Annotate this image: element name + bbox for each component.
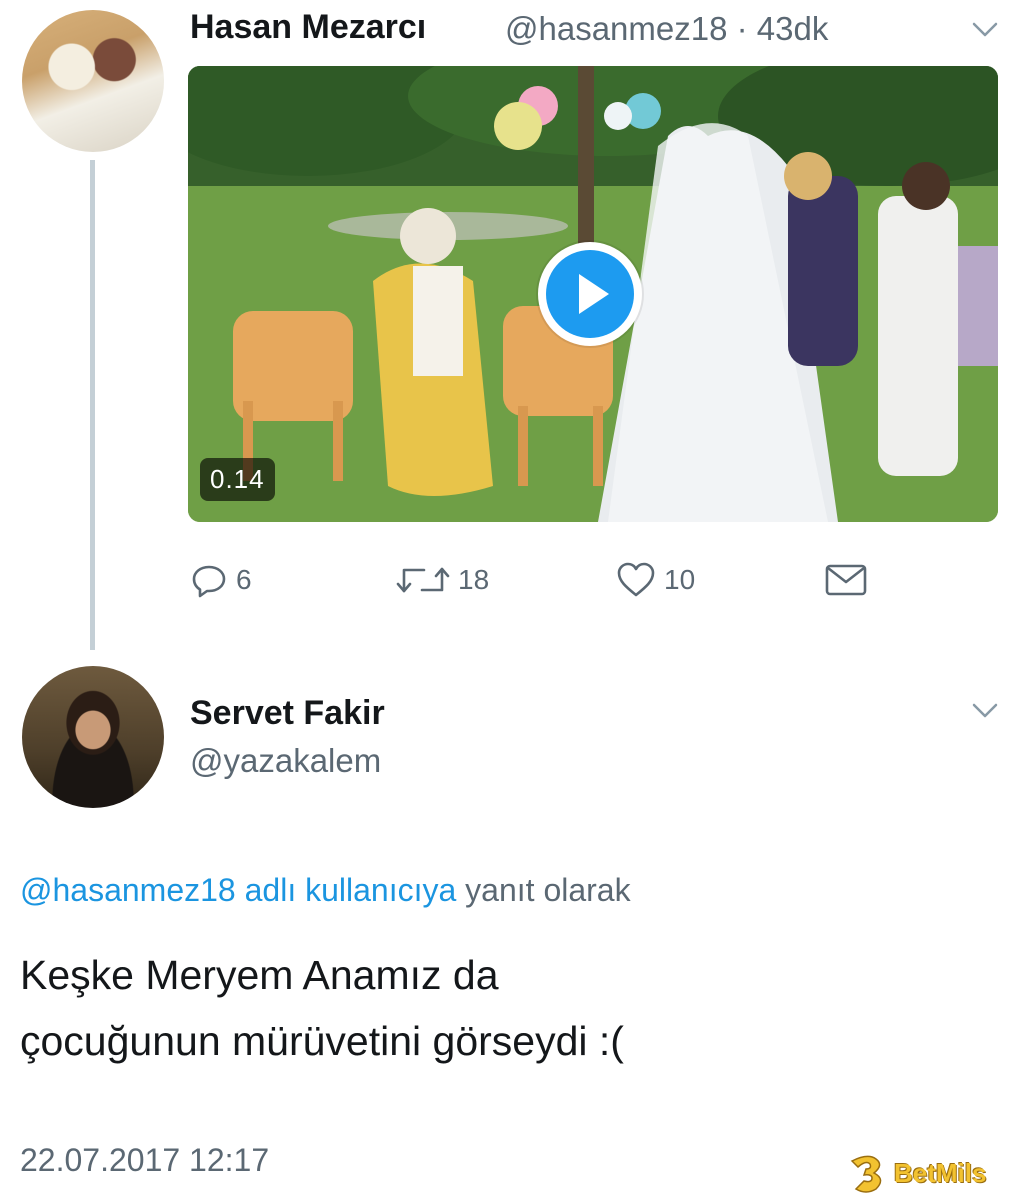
retweet-button[interactable]: 18 [396,560,489,600]
tweet2-text-line1: Keşke Meryem Anamız da [20,952,499,998]
chevron-down-icon[interactable] [970,14,1000,44]
like-button[interactable]: 10 [616,560,695,600]
reply-mention-link[interactable]: @hasanmez18 adlı kullanıcıya [20,872,456,908]
direct-message-button[interactable] [824,560,868,600]
reply-context: @hasanmez18 adlı kullanıcıya yanıt olara… [20,872,631,909]
thread-connector-line [90,160,95,650]
like-count: 10 [664,564,696,595]
dm-icon [825,564,867,596]
like-icon [617,562,655,597]
avatar-hasan-mezarci[interactable] [22,10,164,152]
retweet-icon [396,567,450,593]
reply-button[interactable]: 6 [190,560,252,600]
play-button[interactable] [538,242,642,346]
video-duration-badge: 0.14 [200,458,275,501]
tweet1-handle-time[interactable]: @hasanmez18 · 43dk [505,10,828,48]
reply-icon [192,565,226,598]
watermark-text: BetMils [894,1157,987,1188]
reply-count: 6 [236,564,252,595]
tweet2-display-name[interactable]: Servet Fakir [190,694,385,733]
avatar-servet-fakir[interactable] [22,666,164,808]
tweet1-display-name[interactable]: Hasan Mezarcı [190,8,426,47]
retweet-count: 18 [458,564,490,595]
tweet2-handle[interactable]: @yazakalem [190,742,381,780]
watermark: BetMils [846,1150,986,1196]
tweet2-text: Keşke Meryem Anamız da çocuğunun mürüvet… [20,942,980,1074]
play-icon [546,250,634,338]
tweet2-text-line2: çocuğunun mürüvetini görseydi :( [20,1018,624,1064]
reply-suffix: yanıt olarak [456,872,631,908]
chevron-down-icon[interactable] [970,695,1000,725]
tweet2-timestamp[interactable]: 22.07.2017 12:17 [20,1142,269,1179]
watermark-logo-icon [850,1155,882,1193]
